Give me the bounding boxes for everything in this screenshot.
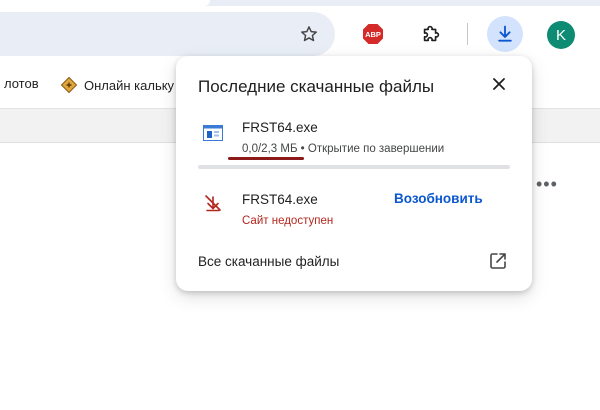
open-in-new-tab-button[interactable] bbox=[488, 251, 508, 271]
downloads-button[interactable] bbox=[487, 16, 523, 52]
download-arrow-icon bbox=[498, 25, 512, 42]
adblock-plus-icon: ABP bbox=[363, 24, 383, 44]
bookmark-item[interactable]: Онлайн кальку bbox=[60, 76, 174, 94]
bookmark-label: Онлайн кальку bbox=[84, 77, 175, 93]
profile-avatar[interactable]: K bbox=[547, 21, 575, 49]
open-external-icon bbox=[490, 253, 506, 269]
extensions-button[interactable] bbox=[418, 21, 444, 47]
download-progress-bar bbox=[198, 165, 510, 169]
toolbar-divider bbox=[467, 23, 468, 45]
download-status: 0,0/2,3 МБ • Открытие по завершении bbox=[242, 143, 445, 155]
adblock-plus-extension-button[interactable]: ABP bbox=[362, 23, 384, 45]
downloads-bubble: Последние скачанные файлы FRST64.exe 0,0… bbox=[176, 56, 532, 291]
tab-strip bbox=[0, 0, 600, 6]
star-icon bbox=[301, 26, 317, 42]
downloads-bubble-title: Последние скачанные файлы bbox=[198, 77, 435, 96]
exe-file-icon bbox=[203, 125, 223, 141]
close-icon bbox=[493, 78, 505, 90]
download-filename[interactable]: FRST64.exe bbox=[242, 120, 318, 135]
abp-label: ABP bbox=[365, 30, 381, 39]
all-downloads-link[interactable]: Все скачанные файлы bbox=[198, 254, 339, 269]
active-tab[interactable] bbox=[0, 0, 210, 6]
red-underline-annotation bbox=[228, 157, 304, 160]
calculator-favicon-icon bbox=[60, 76, 78, 94]
close-button[interactable] bbox=[488, 73, 510, 95]
bookmark-label: лотов bbox=[4, 76, 39, 91]
more-options-icon[interactable]: ••• bbox=[536, 174, 558, 195]
bookmark-star-button[interactable] bbox=[297, 22, 321, 46]
resume-button[interactable]: Возобновить bbox=[394, 191, 483, 206]
bookmark-item[interactable]: лотов bbox=[4, 76, 39, 91]
address-bar[interactable] bbox=[0, 12, 335, 56]
download-failed-icon bbox=[204, 194, 222, 212]
avatar-letter: K bbox=[555, 26, 566, 44]
download-filename[interactable]: FRST64.exe bbox=[242, 192, 318, 207]
puzzle-piece-icon bbox=[423, 25, 440, 42]
download-error-status: Сайт недоступен bbox=[242, 215, 334, 227]
